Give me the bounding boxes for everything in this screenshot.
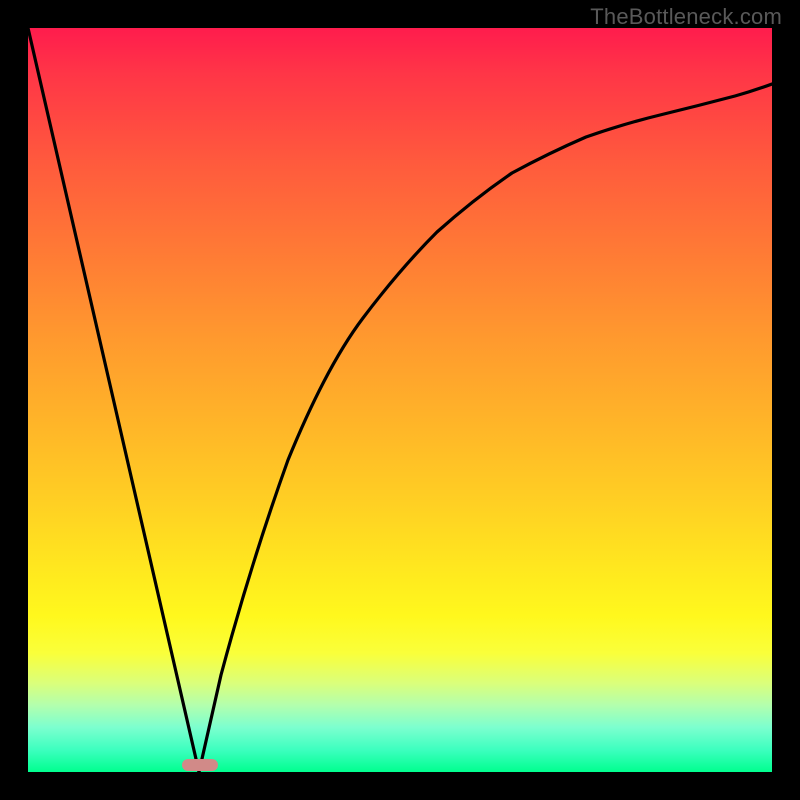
curve-left-branch	[28, 28, 199, 772]
bottleneck-curve	[28, 28, 772, 772]
chart-frame: TheBottleneck.com	[0, 0, 800, 800]
optimal-marker	[182, 759, 218, 771]
curve-right-branch	[199, 84, 772, 772]
plot-area	[28, 28, 772, 772]
watermark-text: TheBottleneck.com	[590, 4, 782, 30]
